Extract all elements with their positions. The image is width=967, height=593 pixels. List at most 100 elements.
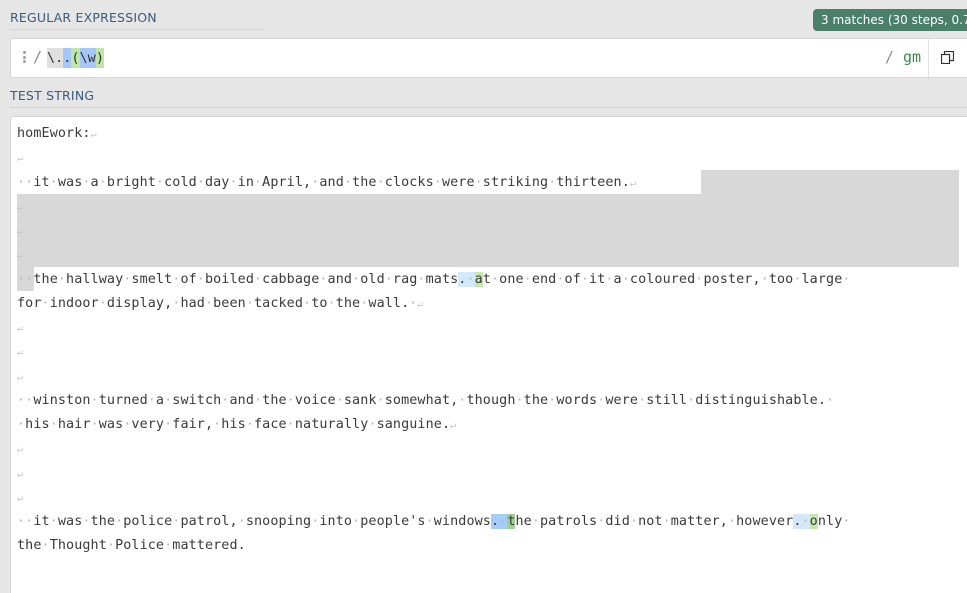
- char: l: [392, 174, 402, 190]
- regex-editor[interactable]: / \..(\w) / gm: [10, 38, 967, 78]
- char: r: [580, 174, 590, 190]
- char: l: [139, 514, 148, 529]
- char: d: [343, 271, 353, 287]
- test-string-editor[interactable]: homEwork:↵ ↵ ··it·was·a·bright·cold·day·in…: [10, 116, 967, 593]
- char: a: [90, 174, 99, 190]
- regex-match[interactable]: .·a: [458, 271, 483, 287]
- regex-input[interactable]: \..(\w): [47, 48, 104, 68]
- char: w: [368, 295, 377, 311]
- char: v: [768, 514, 777, 529]
- char: s: [245, 514, 254, 529]
- char: t: [98, 538, 107, 554]
- char: e: [352, 295, 361, 311]
- char: t: [490, 174, 500, 190]
- regex-match[interactable]: .·t: [490, 514, 516, 529]
- char: e: [237, 271, 246, 287]
- char: t: [441, 392, 451, 408]
- char: c: [270, 295, 279, 311]
- char: l: [90, 271, 99, 287]
- newline-marker-icon: ↵: [417, 298, 424, 310]
- char: .: [490, 514, 500, 529]
- whitespace-marker: ·: [245, 295, 254, 311]
- whitespace-marker: ·: [515, 392, 524, 408]
- test-line: ··the·hallway·smelt·of·boiled·cabbage·an…: [17, 268, 961, 292]
- char: e: [33, 538, 42, 554]
- char: w: [98, 271, 107, 287]
- newline-marker-icon: ↵: [17, 444, 24, 456]
- copy-button[interactable]: [928, 39, 967, 77]
- char: k: [368, 392, 377, 408]
- char: i: [188, 392, 197, 408]
- whitespace-marker: ·: [523, 271, 532, 287]
- char: a: [66, 514, 75, 529]
- char: o: [466, 514, 475, 529]
- char: h: [66, 271, 75, 287]
- whitespace-marker: ·: [57, 271, 67, 287]
- regex-delimiter-open: /: [33, 48, 43, 66]
- regex-flags[interactable]: / gm: [885, 48, 921, 66]
- char: h: [343, 295, 353, 311]
- test-line: ↵: [17, 486, 961, 510]
- char: h: [98, 514, 107, 529]
- char: g: [82, 538, 91, 554]
- char: p: [540, 514, 549, 529]
- char: l: [670, 392, 679, 408]
- whitespace-marker: ·: [556, 271, 565, 287]
- match-full: .·: [458, 271, 475, 287]
- char: k: [515, 174, 524, 190]
- char: b: [204, 271, 214, 287]
- test-line: for·indoor·display,·had·been·tacked·to·t…: [17, 292, 961, 316]
- char: h: [425, 392, 434, 408]
- char: r: [115, 174, 124, 190]
- char: r: [327, 417, 336, 432]
- char: a: [327, 271, 336, 287]
- char: e: [776, 514, 786, 529]
- char: w: [57, 174, 67, 190]
- flags-value[interactable]: gm: [903, 48, 921, 66]
- char: a: [809, 271, 818, 287]
- whitespace-marker: ·: [147, 392, 156, 408]
- char: t: [556, 514, 565, 529]
- whitespace-marker: ·: [204, 295, 214, 311]
- whitespace-marker: ·: [352, 271, 361, 287]
- regex-token-group: (: [71, 48, 80, 68]
- char: s: [237, 417, 246, 432]
- char: h: [57, 538, 67, 554]
- char: n: [82, 392, 91, 408]
- char: i: [139, 538, 148, 554]
- char: o: [638, 271, 647, 287]
- drag-handle-icon[interactable]: [23, 51, 26, 65]
- char: i: [115, 295, 124, 311]
- char: d: [335, 174, 344, 190]
- char: d: [66, 295, 75, 311]
- char: r: [90, 295, 99, 311]
- char: l: [180, 174, 189, 190]
- char: s: [589, 392, 598, 408]
- char: u: [662, 271, 671, 287]
- char: w: [556, 392, 565, 408]
- char: e: [523, 514, 532, 529]
- whitespace-marker: ·: [638, 392, 647, 408]
- whitespace-marker: ·: [760, 271, 769, 287]
- char: i: [727, 392, 737, 408]
- newline-marker-icon: ↵: [629, 177, 637, 189]
- char: i: [589, 271, 598, 287]
- char: a: [155, 392, 165, 408]
- char: h: [776, 392, 786, 408]
- char: t: [719, 392, 728, 408]
- char: e: [531, 271, 540, 287]
- char: k: [417, 174, 426, 190]
- char: s: [417, 514, 426, 529]
- char: r: [115, 392, 124, 408]
- regex-match[interactable]: .·o: [793, 514, 818, 529]
- test-string-lines[interactable]: homEwork:↵ ↵ ··it·was·a·bright·cold·day·in…: [17, 122, 961, 559]
- char: d: [294, 295, 304, 311]
- char: s: [482, 174, 491, 190]
- char: s: [57, 392, 67, 408]
- whitespace-marker: ·: [727, 514, 737, 529]
- char: h: [531, 392, 540, 408]
- newline-marker-icon: ↵: [17, 347, 24, 359]
- char: i: [286, 174, 295, 190]
- char: m: [670, 514, 679, 529]
- char: e: [605, 174, 614, 190]
